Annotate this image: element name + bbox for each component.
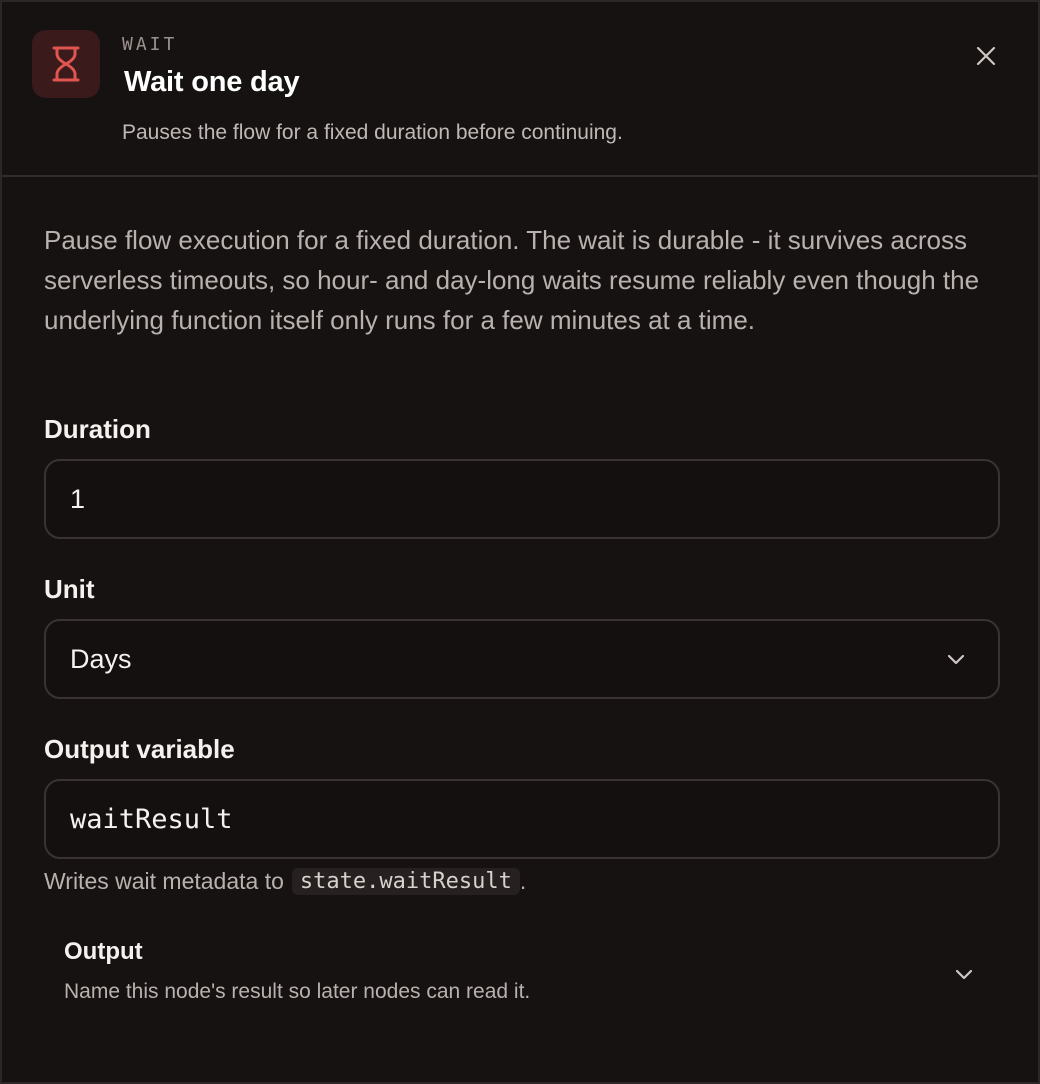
duration-label: Duration bbox=[44, 414, 151, 444]
hourglass-icon bbox=[52, 46, 80, 82]
close-button[interactable] bbox=[968, 38, 1004, 74]
output-section-title: Output bbox=[64, 938, 143, 965]
node-subtitle: Pauses the flow for a fixed duration bef… bbox=[122, 121, 623, 144]
node-title: Wait one day bbox=[124, 66, 300, 98]
output-variable-helper: Writes wait metadata to state.waitResult… bbox=[44, 868, 526, 895]
duration-input[interactable]: 1 bbox=[44, 459, 1000, 539]
unit-value: Days bbox=[70, 643, 132, 674]
duration-value: 1 bbox=[70, 483, 86, 514]
output-section-toggle[interactable]: Output Name this node's result so later … bbox=[44, 922, 1000, 1022]
output-section-description: Name this node's result so later nodes c… bbox=[64, 980, 531, 1003]
state-path-code: state.waitResult bbox=[291, 868, 520, 895]
helper-prefix: Writes wait metadata to bbox=[44, 868, 284, 894]
unit-select[interactable]: Days bbox=[44, 619, 1000, 699]
output-variable-input[interactable]: waitResult bbox=[44, 779, 1000, 859]
chevron-down-icon bbox=[947, 654, 965, 665]
wait-node-panel: WAIT Wait one day Pauses the flow for a … bbox=[0, 0, 1040, 1084]
node-type-label: WAIT bbox=[122, 34, 178, 55]
node-description: Pause flow execution for a fixed duratio… bbox=[44, 225, 980, 335]
chevron-down-icon bbox=[955, 969, 973, 980]
output-variable-label: Output variable bbox=[44, 734, 235, 764]
unit-label: Unit bbox=[44, 574, 95, 604]
node-icon-badge bbox=[32, 30, 100, 98]
helper-suffix: . bbox=[519, 868, 527, 894]
panel-header: WAIT Wait one day Pauses the flow for a … bbox=[2, 2, 1038, 177]
close-icon bbox=[976, 46, 996, 66]
output-variable-value: waitResult bbox=[70, 803, 233, 835]
